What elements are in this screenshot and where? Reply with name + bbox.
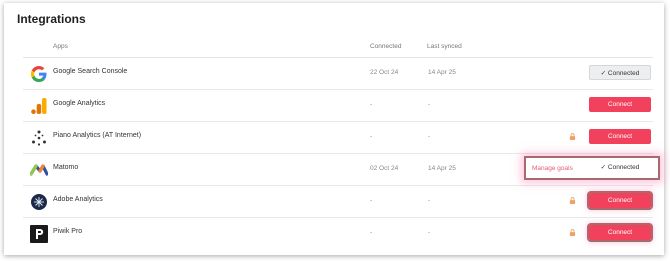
connected-button[interactable]: ✓ Connected	[589, 65, 651, 80]
integrations-panel: Integrations Apps Connected Last synced …	[4, 3, 664, 255]
google-icon	[30, 65, 47, 83]
connected-date: -	[370, 101, 373, 108]
app-name: Google Analytics	[53, 100, 106, 107]
last-synced-date: -	[428, 101, 431, 108]
app-name: Google Search Console	[53, 68, 128, 75]
table-row: Google Search Console 22 Oct 24 14 Apr 2…	[23, 58, 653, 90]
app-name: Matomo	[53, 164, 79, 171]
connect-button[interactable]: Connect	[587, 191, 653, 210]
connected-date: 22 Oct 24	[370, 69, 399, 76]
connect-button[interactable]: Connect	[589, 97, 651, 112]
connected-date: -	[370, 197, 373, 204]
connect-button[interactable]: Connect	[589, 129, 651, 144]
col-connected: Connected	[370, 43, 402, 50]
page-title: Integrations	[17, 12, 86, 26]
connected-date: 02 Oct 24	[370, 165, 399, 172]
app-name: Adobe Analytics	[53, 196, 103, 203]
matomo-icon	[30, 164, 48, 176]
adobe-analytics-icon	[31, 194, 47, 210]
last-synced-date: 14 Apr 25	[428, 165, 456, 172]
app-name: Piano Analytics (AT Internet)	[53, 132, 142, 139]
last-synced-date: -	[428, 229, 431, 236]
last-synced-date: 14 Apr 25	[428, 69, 456, 76]
piwik-pro-icon	[30, 225, 48, 243]
integrations-table: Apps Connected Last synced Google Search…	[23, 36, 660, 249]
table-row: Piano Analytics (AT Internet) - - Connec…	[23, 122, 653, 154]
col-last-synced: Last synced	[427, 43, 462, 50]
connected-date: -	[370, 229, 373, 236]
connected-button[interactable]: ✓ Connected	[589, 160, 651, 175]
app-name: Piwik Pro	[53, 228, 83, 235]
lock-icon	[569, 197, 576, 204]
table-row: Adobe Analytics - - Connect	[23, 186, 653, 218]
table-row: Piwik Pro - - Connect	[23, 218, 653, 249]
connected-date: -	[370, 133, 373, 140]
table-row: Matomo 02 Oct 24 14 Apr 25 Manage goals …	[23, 154, 660, 186]
google-analytics-icon	[31, 98, 47, 114]
last-synced-date: -	[428, 197, 431, 204]
manage-goals-link[interactable]: Manage goals	[532, 165, 573, 172]
lock-icon	[569, 229, 576, 236]
last-synced-date: -	[428, 133, 431, 140]
table-row: Google Analytics - - Connect	[23, 90, 653, 122]
connect-button[interactable]: Connect	[587, 223, 653, 242]
lock-icon	[569, 133, 576, 140]
table-header: Apps Connected Last synced	[23, 36, 653, 58]
col-apps: Apps	[53, 43, 68, 50]
piano-analytics-icon	[32, 130, 46, 146]
